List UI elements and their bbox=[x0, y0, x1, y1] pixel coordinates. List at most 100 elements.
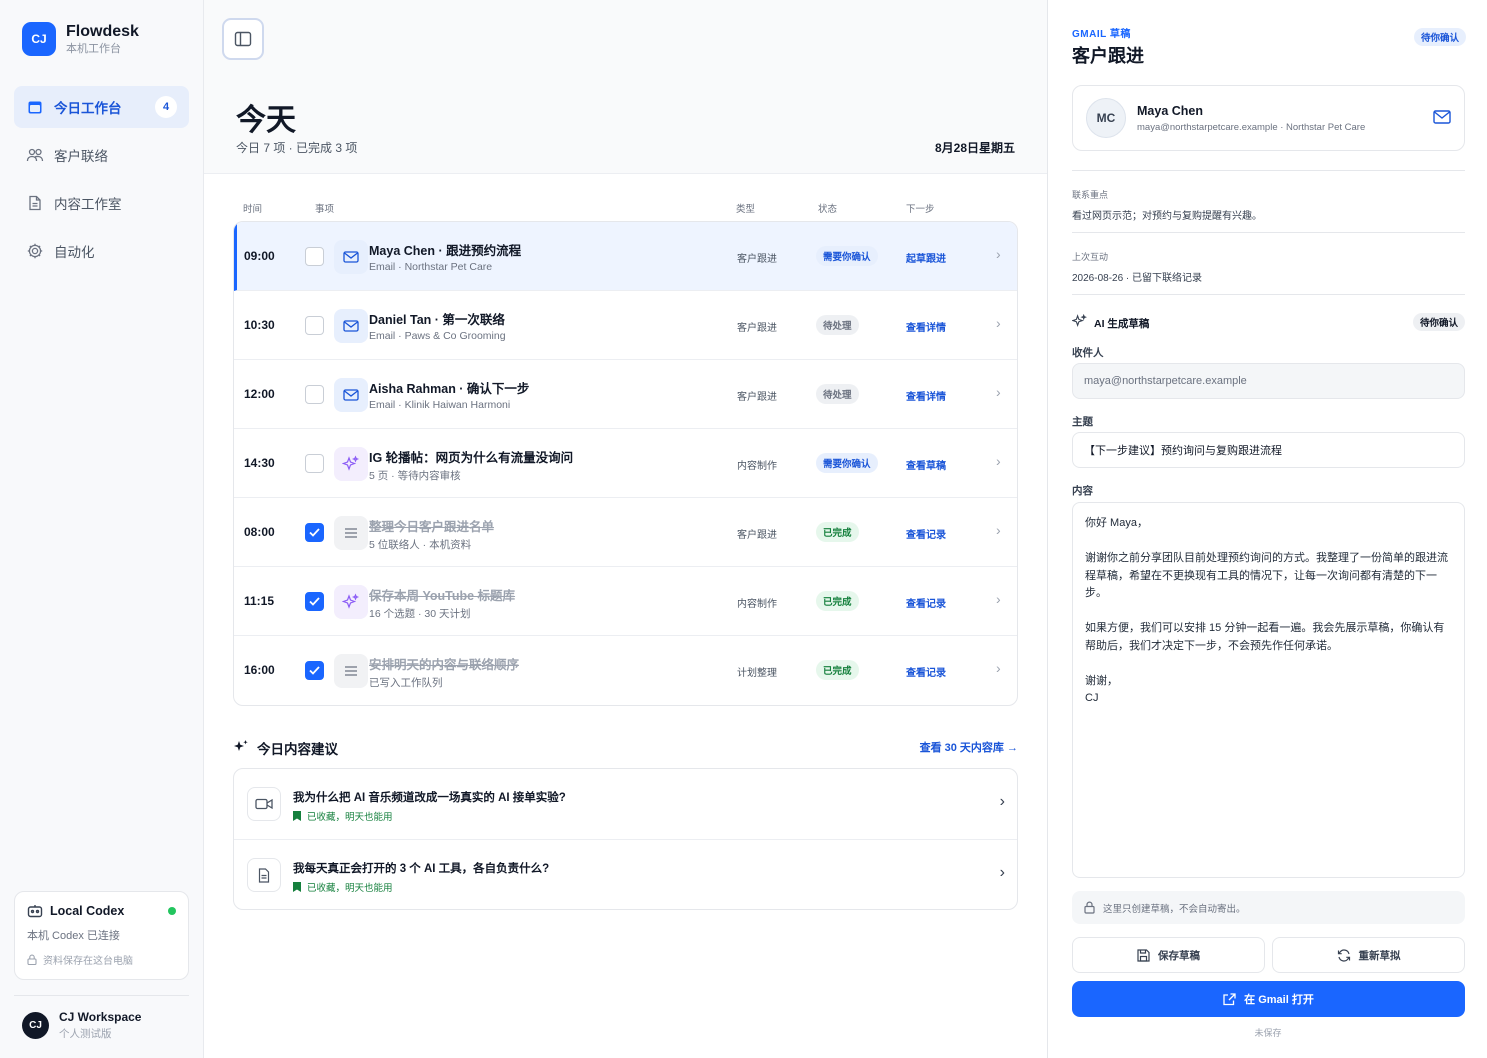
avatar: CJ bbox=[22, 1012, 49, 1039]
mail-icon[interactable] bbox=[1433, 110, 1451, 129]
task-type: 客户跟进 bbox=[737, 323, 777, 334]
sidebar-item-today[interactable]: 今日工作台 4 bbox=[14, 86, 189, 128]
suggestion-meta: 已收藏，明天也能用 bbox=[307, 883, 393, 894]
regenerate-button[interactable]: 重新草拟 bbox=[1272, 937, 1465, 973]
task-time: 12:00 bbox=[244, 387, 275, 401]
suggestion-title: 我每天真正会打开的 3 个 AI 工具，各自负责什么? bbox=[293, 863, 550, 875]
table-row[interactable]: 10:30 Daniel Tan · 第一次联络 Email · Paws & Co… bbox=[234, 291, 1017, 360]
focus-value: 看过网页示范；对预约与复购提醒有兴趣。 bbox=[1072, 211, 1262, 222]
task-type: 客户跟进 bbox=[737, 254, 777, 265]
suggestion-title: 我为什么把 AI 音乐频道改成一场真实的 AI 接单实验? bbox=[293, 792, 566, 804]
sidebar-item-contacts[interactable]: 客户联络 bbox=[14, 134, 189, 176]
contact-name: Maya Chen bbox=[1137, 104, 1203, 118]
status-badge: 待处理 bbox=[816, 384, 859, 404]
next-action-link[interactable]: 查看记录 bbox=[906, 595, 946, 610]
task-time: 11:15 bbox=[244, 594, 275, 608]
file-icon bbox=[247, 858, 281, 892]
task-checkbox[interactable] bbox=[305, 385, 324, 404]
brand-name: Flowdesk bbox=[66, 23, 139, 40]
codex-status: 本机 Codex 已连接 bbox=[27, 930, 120, 942]
task-subtitle: Email · Northstar Pet Care bbox=[369, 261, 493, 273]
task-time: 08:00 bbox=[244, 525, 275, 539]
task-checkbox[interactable] bbox=[305, 592, 324, 611]
open-in-gmail-button[interactable]: 在 Gmail 打开 bbox=[1072, 981, 1465, 1017]
external-link-icon bbox=[1223, 992, 1236, 1006]
main-content: 今天 今日 7 项 · 已完成 3 项 8月28日星期五 时间 事项 类型 状态… bbox=[204, 0, 1047, 1058]
next-action-link[interactable]: 查看记录 bbox=[906, 664, 946, 679]
view-library-link[interactable]: 查看 30 天内容库 → bbox=[920, 739, 1018, 755]
contact-card: MC Maya Chen maya@northstarpetcare.examp… bbox=[1072, 85, 1465, 151]
table-row[interactable]: 09:00 Maya Chen · 跟进预约流程 Email · Northstar… bbox=[234, 222, 1017, 291]
recipient-label: 收件人 bbox=[1072, 347, 1104, 359]
list-icon bbox=[334, 654, 368, 688]
next-action-link[interactable]: 查看详情 bbox=[906, 388, 946, 403]
task-checkbox[interactable] bbox=[305, 661, 324, 680]
save-draft-button[interactable]: 保存草稿 bbox=[1072, 937, 1265, 973]
chevron-right-icon: › bbox=[999, 864, 1005, 881]
codex-title: Local Codex bbox=[50, 904, 125, 918]
col-type: 类型 bbox=[736, 204, 756, 215]
table-row[interactable]: 08:00 整理今日客户跟进名单 5 位联络人 · 本机资料 客户跟进 已完成 查看记录 › bbox=[234, 498, 1017, 567]
col-status: 状态 bbox=[818, 204, 838, 215]
table-row[interactable]: 12:00 Aisha Rahman · 确认下一步 Email · Klinik … bbox=[234, 360, 1017, 429]
status-badge: 已完成 bbox=[816, 522, 859, 542]
document-icon bbox=[26, 194, 44, 212]
task-time: 10:30 bbox=[244, 318, 275, 332]
sidebar-nav: 今日工作台 4 客户联络 内容工作室 自动化 bbox=[14, 86, 189, 278]
ai-draft-header: AI 生成草稿 待你确认 bbox=[1072, 313, 1465, 331]
workspace-switcher[interactable]: CJ CJ Workspace 个人测试版 bbox=[22, 1010, 141, 1041]
recipient-field[interactable]: maya@northstarpetcare.example bbox=[1072, 363, 1465, 399]
next-action-link[interactable]: 起草跟进 bbox=[906, 250, 946, 265]
next-action-link[interactable]: 查看记录 bbox=[906, 526, 946, 541]
task-checkbox[interactable] bbox=[305, 247, 324, 266]
chevron-right-icon: › bbox=[999, 793, 1005, 810]
contact-email: maya@northstarpetcare.example · Northsta… bbox=[1137, 122, 1366, 133]
task-time: 14:30 bbox=[244, 456, 275, 470]
save-status: 未保存 bbox=[1254, 1028, 1282, 1038]
task-checkbox[interactable] bbox=[305, 316, 324, 335]
task-subtitle: 16 个选题 · 30 天计划 bbox=[369, 608, 471, 620]
codex-status-card: Local Codex 本机 Codex 已连接 资料保存在这台电脑 bbox=[14, 891, 189, 980]
task-type: 客户跟进 bbox=[737, 392, 777, 403]
list-item[interactable]: 我每天真正会打开的 3 个 AI 工具，各自负责什么? 已收藏，明天也能用 › bbox=[234, 839, 1017, 909]
open-in-gmail-label: 在 Gmail 打开 bbox=[1244, 994, 1314, 1006]
task-type: 内容制作 bbox=[737, 461, 777, 472]
task-list: 09:00 Maya Chen · 跟进预约流程 Email · Northstar… bbox=[233, 221, 1018, 706]
video-icon bbox=[247, 787, 281, 821]
save-icon bbox=[1137, 948, 1150, 962]
brand-logo: CJ bbox=[22, 22, 56, 56]
panel-eyebrow: GMAIL 草稿 bbox=[1072, 29, 1131, 40]
sparkle-icon bbox=[334, 447, 368, 481]
list-item[interactable]: 我为什么把 AI 音乐频道改成一场真实的 AI 接单实验? 已收藏，明天也能用 … bbox=[234, 769, 1017, 839]
chevron-right-icon: › bbox=[996, 591, 1001, 607]
table-row[interactable]: 14:30 IG 轮播帖：网页为什么有流量没询问 5 页 · 等待内容审核 内容制作 需… bbox=[234, 429, 1017, 498]
robot-icon bbox=[27, 904, 43, 918]
table-row[interactable]: 11:15 保存本周 YouTube 标题库 16 个选题 · 30 天计划 内容制作… bbox=[234, 567, 1017, 636]
sidebar-toggle-button[interactable] bbox=[222, 18, 264, 60]
mail-icon bbox=[334, 309, 368, 343]
page-summary: 今日 7 项 · 已完成 3 项 bbox=[236, 141, 358, 155]
task-checkbox[interactable] bbox=[305, 454, 324, 473]
connected-dot bbox=[168, 907, 176, 915]
next-action-link[interactable]: 查看草稿 bbox=[906, 457, 946, 472]
task-subtitle: Email · Paws & Co Grooming bbox=[369, 330, 506, 342]
next-action-link[interactable]: 查看详情 bbox=[906, 319, 946, 334]
sidebar-item-automation[interactable]: 自动化 bbox=[14, 230, 189, 272]
body-textarea[interactable]: 你好 Maya， 谢谢你之前分享团队目前处理预约询问的方式。我整理了一份简单的跟… bbox=[1072, 502, 1465, 878]
task-type: 计划整理 bbox=[737, 668, 777, 679]
sidebar-panel-icon bbox=[234, 31, 252, 47]
sidebar-item-content[interactable]: 内容工作室 bbox=[14, 182, 189, 224]
status-badge: 待处理 bbox=[816, 315, 859, 335]
lock-icon bbox=[27, 954, 37, 965]
task-checkbox[interactable] bbox=[305, 523, 324, 542]
focus-label: 联系重点 bbox=[1072, 190, 1109, 200]
task-title: Aisha Rahman · 确认下一步 bbox=[369, 382, 530, 396]
calendar-icon bbox=[26, 98, 44, 116]
last-interaction-label: 上次互动 bbox=[1072, 252, 1109, 262]
subject-field[interactable]: 【下一步建议】预约询问与复购跟进流程 bbox=[1072, 432, 1465, 468]
brand[interactable]: CJ Flowdesk 本机工作台 bbox=[22, 22, 139, 56]
task-type: 内容制作 bbox=[737, 599, 777, 610]
table-row[interactable]: 16:00 安排明天的内容与联络顺序 已写入工作队列 计划整理 已完成 查看记录 › bbox=[234, 636, 1017, 705]
sparkle-icon bbox=[233, 739, 249, 755]
page-date: 8月28日星期五 bbox=[934, 141, 1015, 155]
